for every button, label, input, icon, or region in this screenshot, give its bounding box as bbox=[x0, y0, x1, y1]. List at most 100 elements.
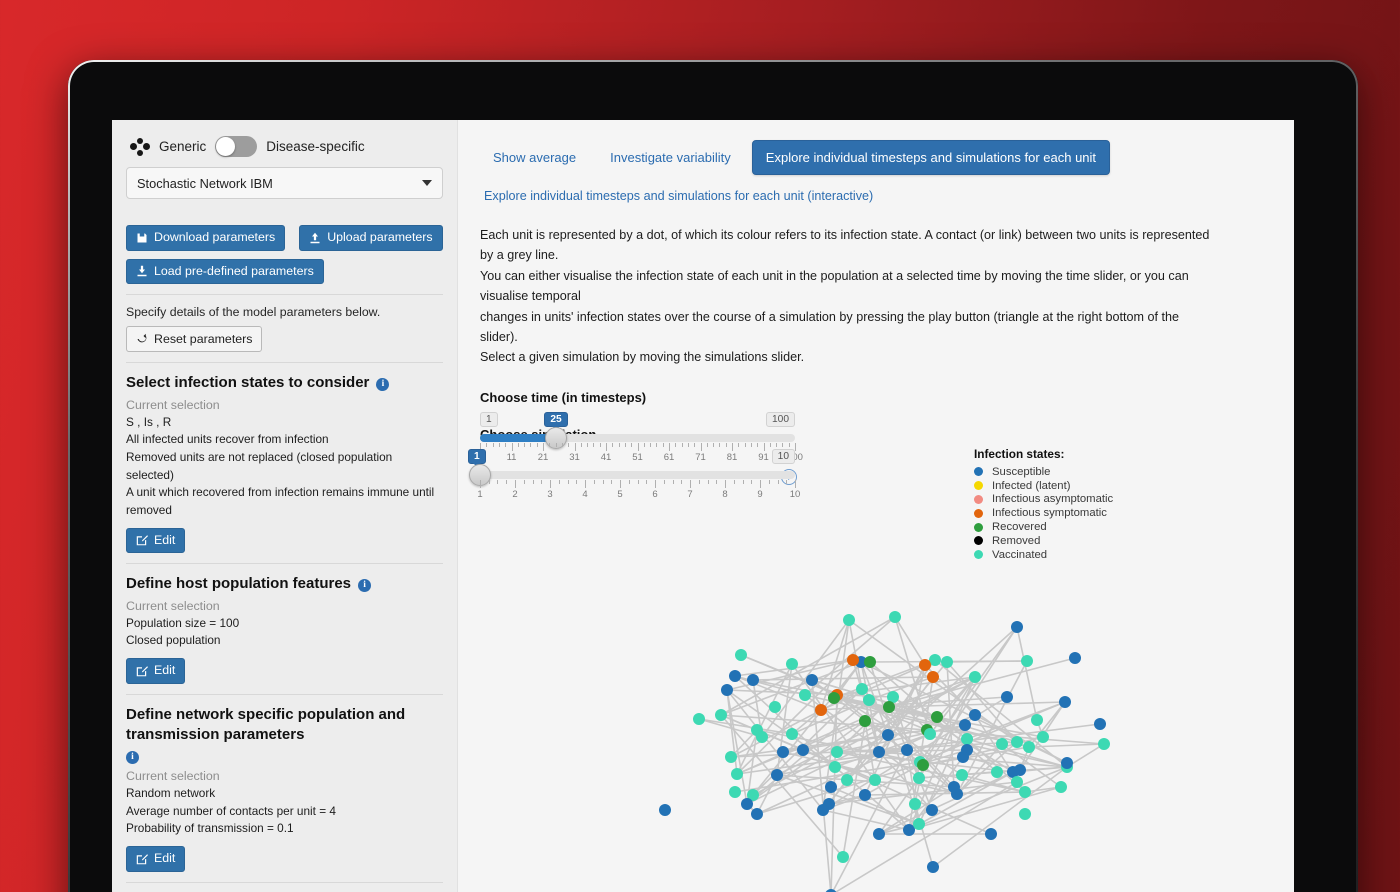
graph-node[interactable] bbox=[961, 733, 973, 745]
upload-parameters-button[interactable]: Upload parameters bbox=[299, 225, 443, 251]
graph-node[interactable] bbox=[715, 709, 727, 721]
graph-node[interactable] bbox=[969, 709, 981, 721]
graph-node[interactable] bbox=[957, 751, 969, 763]
graph-node[interactable] bbox=[1011, 736, 1023, 748]
graph-node[interactable] bbox=[873, 828, 885, 840]
simulation-slider-track[interactable] bbox=[480, 470, 795, 479]
edit-button[interactable]: Edit bbox=[126, 527, 186, 554]
graph-node[interactable] bbox=[777, 746, 789, 758]
graph-node[interactable] bbox=[847, 654, 859, 666]
graph-node[interactable] bbox=[786, 658, 798, 670]
graph-node[interactable] bbox=[926, 804, 938, 816]
graph-node[interactable] bbox=[693, 713, 705, 725]
graph-node[interactable] bbox=[725, 751, 737, 763]
tab-2[interactable]: Explore individual timesteps and simulat… bbox=[751, 140, 1111, 175]
graph-node[interactable] bbox=[1098, 738, 1110, 750]
graph-node[interactable] bbox=[806, 674, 818, 686]
edit-button[interactable]: Edit bbox=[126, 657, 186, 684]
graph-node[interactable] bbox=[991, 766, 1003, 778]
graph-node[interactable] bbox=[837, 851, 849, 863]
graph-node[interactable] bbox=[769, 701, 781, 713]
graph-node[interactable] bbox=[931, 711, 943, 723]
graph-node[interactable] bbox=[909, 798, 921, 810]
graph-node[interactable] bbox=[815, 704, 827, 716]
graph-node[interactable] bbox=[729, 670, 741, 682]
graph-node[interactable] bbox=[913, 772, 925, 784]
graph-node[interactable] bbox=[799, 689, 811, 701]
graph-node[interactable] bbox=[731, 768, 743, 780]
graph-node[interactable] bbox=[828, 692, 840, 704]
graph-node[interactable] bbox=[864, 656, 876, 668]
graph-node[interactable] bbox=[1011, 621, 1023, 633]
graph-node[interactable] bbox=[941, 656, 953, 668]
graph-node[interactable] bbox=[771, 769, 783, 781]
graph-node[interactable] bbox=[1019, 786, 1031, 798]
graph-node[interactable] bbox=[1069, 652, 1081, 664]
load-predefined-parameters-button[interactable]: Load pre-defined parameters bbox=[126, 258, 324, 285]
graph-node[interactable] bbox=[786, 728, 798, 740]
graph-node[interactable] bbox=[1061, 757, 1073, 769]
graph-node[interactable] bbox=[859, 715, 871, 727]
info-icon[interactable]: i bbox=[126, 751, 139, 765]
graph-node[interactable] bbox=[1014, 764, 1026, 776]
graph-node[interactable] bbox=[1059, 696, 1071, 708]
graph-node[interactable] bbox=[1011, 776, 1023, 788]
graph-node[interactable] bbox=[917, 759, 929, 771]
graph-node[interactable] bbox=[1037, 731, 1049, 743]
graph-node[interactable] bbox=[1021, 655, 1033, 667]
graph-node[interactable] bbox=[913, 818, 925, 830]
graph-node[interactable] bbox=[927, 671, 939, 683]
graph-node[interactable] bbox=[863, 694, 875, 706]
graph-node[interactable] bbox=[959, 719, 971, 731]
graph-node[interactable] bbox=[969, 671, 981, 683]
interactive-view-link[interactable]: Explore individual timesteps and simulat… bbox=[484, 189, 1270, 203]
graph-node[interactable] bbox=[843, 614, 855, 626]
graph-node[interactable] bbox=[729, 786, 741, 798]
network-graph[interactable] bbox=[612, 582, 1172, 892]
graph-node[interactable] bbox=[951, 788, 963, 800]
edit-button[interactable]: Edit bbox=[126, 846, 186, 872]
time-slider-track[interactable] bbox=[480, 433, 795, 442]
graph-node[interactable] bbox=[883, 701, 895, 713]
graph-node[interactable] bbox=[825, 781, 837, 793]
graph-node[interactable] bbox=[889, 611, 901, 623]
mode-toggle-switch[interactable] bbox=[215, 136, 258, 157]
download-parameters-button[interactable]: Download parameters bbox=[126, 225, 286, 251]
graph-node[interactable] bbox=[856, 683, 868, 695]
graph-node[interactable] bbox=[841, 774, 853, 786]
graph-node[interactable] bbox=[751, 808, 763, 820]
graph-node[interactable] bbox=[919, 659, 931, 671]
info-icon[interactable]: i bbox=[358, 579, 372, 593]
reset-parameters-button[interactable]: Reset parameters bbox=[126, 326, 263, 353]
tab-1[interactable]: Investigate variability bbox=[597, 141, 744, 174]
graph-node[interactable] bbox=[956, 769, 968, 781]
tab-0[interactable]: Show average bbox=[480, 141, 589, 174]
graph-node[interactable] bbox=[735, 649, 747, 661]
graph-node[interactable] bbox=[747, 674, 759, 686]
graph-node[interactable] bbox=[741, 798, 753, 810]
graph-node[interactable] bbox=[831, 746, 843, 758]
graph-node[interactable] bbox=[927, 861, 939, 873]
graph-node[interactable] bbox=[882, 729, 894, 741]
graph-node[interactable] bbox=[869, 774, 881, 786]
graph-node[interactable] bbox=[1001, 691, 1013, 703]
graph-node[interactable] bbox=[721, 684, 733, 696]
graph-node[interactable] bbox=[1055, 781, 1067, 793]
graph-node[interactable] bbox=[659, 804, 671, 816]
graph-node[interactable] bbox=[1023, 741, 1035, 753]
graph-node[interactable] bbox=[797, 744, 809, 756]
graph-node[interactable] bbox=[985, 828, 997, 840]
graph-node[interactable] bbox=[924, 728, 936, 740]
graph-node[interactable] bbox=[996, 738, 1008, 750]
graph-node[interactable] bbox=[903, 824, 915, 836]
model-select[interactable]: Stochastic Network IBM bbox=[126, 167, 443, 199]
graph-node[interactable] bbox=[817, 804, 829, 816]
graph-node[interactable] bbox=[1019, 808, 1031, 820]
graph-node[interactable] bbox=[901, 744, 913, 756]
graph-node[interactable] bbox=[859, 789, 871, 801]
graph-node[interactable] bbox=[756, 731, 768, 743]
graph-node[interactable] bbox=[873, 746, 885, 758]
info-icon[interactable]: i bbox=[376, 378, 390, 392]
graph-node[interactable] bbox=[1094, 718, 1106, 730]
graph-node[interactable] bbox=[1031, 714, 1043, 726]
